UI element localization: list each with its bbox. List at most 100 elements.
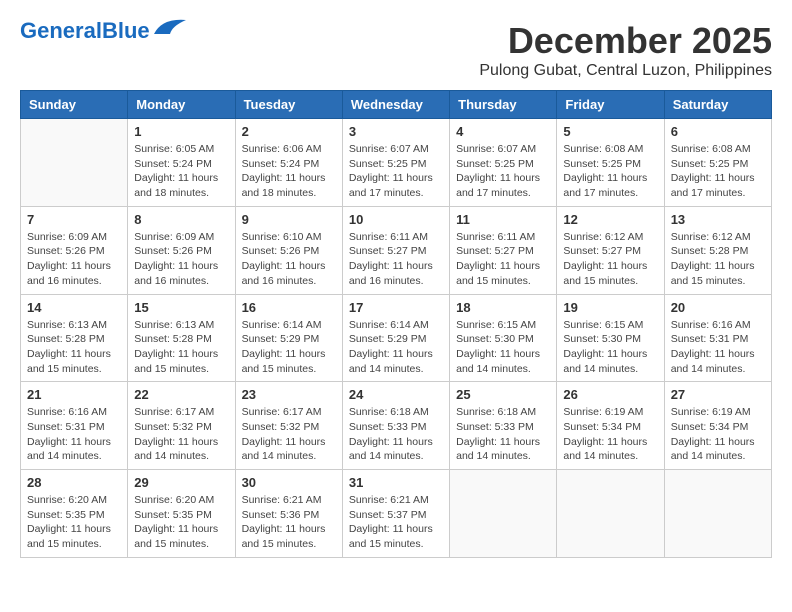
day-info: Sunrise: 6:07 AMSunset: 5:25 PMDaylight:…	[456, 142, 550, 201]
day-info: Sunrise: 6:17 AMSunset: 5:32 PMDaylight:…	[134, 405, 228, 464]
day-number: 30	[242, 475, 336, 490]
header-tuesday: Tuesday	[235, 91, 342, 119]
day-number: 5	[563, 124, 657, 139]
day-cell	[557, 470, 664, 558]
day-number: 18	[456, 300, 550, 315]
day-cell: 9Sunrise: 6:10 AMSunset: 5:26 PMDaylight…	[235, 206, 342, 294]
day-cell: 31 Sunrise: 6:21 AMSunset: 5:37 PMDayligh…	[342, 470, 449, 558]
day-info: Sunrise: 6:18 AMSunset: 5:33 PMDaylight:…	[456, 405, 550, 464]
day-number: 17	[349, 300, 443, 315]
day-number: 24	[349, 387, 443, 402]
day-info: Sunrise: 6:15 AMSunset: 5:30 PMDaylight:…	[563, 318, 657, 377]
day-cell: 30 Sunrise: 6:21 AMSunset: 5:36 PMDayligh…	[235, 470, 342, 558]
day-cell: 28 Sunrise: 6:20 AMSunset: 5:35 PMDayligh…	[21, 470, 128, 558]
logo-part1: General	[20, 18, 102, 43]
day-number: 21	[27, 387, 121, 402]
header-thursday: Thursday	[450, 91, 557, 119]
day-info: Sunrise: 6:09 AMSunset: 5:26 PMDaylight:…	[27, 230, 121, 289]
logo-part2: Blue	[102, 18, 150, 43]
day-cell	[21, 119, 128, 207]
day-info: Sunrise: 6:11 AMSunset: 5:27 PMDaylight:…	[456, 230, 550, 289]
day-number: 23	[242, 387, 336, 402]
header-row: SundayMondayTuesdayWednesdayThursdayFrid…	[21, 91, 772, 119]
week-row-5: 28 Sunrise: 6:20 AMSunset: 5:35 PMDayligh…	[21, 470, 772, 558]
week-row-4: 21 Sunrise: 6:16 AMSunset: 5:31 PMDayligh…	[21, 382, 772, 470]
page-header: GeneralBlue December 2025 Pulong Gubat, …	[20, 20, 772, 80]
day-number: 27	[671, 387, 765, 402]
day-info: Sunrise: 6:21 AMSunset: 5:37 PMDaylight:…	[349, 493, 443, 552]
day-info: Sunrise: 6:20 AMSunset: 5:35 PMDaylight:…	[134, 493, 228, 552]
day-number: 4	[456, 124, 550, 139]
day-cell: 22Sunrise: 6:17 AMSunset: 5:32 PMDayligh…	[128, 382, 235, 470]
day-cell: 21 Sunrise: 6:16 AMSunset: 5:31 PMDayligh…	[21, 382, 128, 470]
day-number: 12	[563, 212, 657, 227]
day-cell: 24Sunrise: 6:18 AMSunset: 5:33 PMDayligh…	[342, 382, 449, 470]
week-row-1: 1Sunrise: 6:05 AMSunset: 5:24 PMDaylight…	[21, 119, 772, 207]
day-cell: 10 Sunrise: 6:11 AMSunset: 5:27 PMDayligh…	[342, 206, 449, 294]
day-info: Sunrise: 6:16 AMSunset: 5:31 PMDaylight:…	[27, 405, 121, 464]
day-info: Sunrise: 6:14 AMSunset: 5:29 PMDaylight:…	[349, 318, 443, 377]
header-sunday: Sunday	[21, 91, 128, 119]
day-info: Sunrise: 6:15 AMSunset: 5:30 PMDaylight:…	[456, 318, 550, 377]
day-number: 29	[134, 475, 228, 490]
day-info: Sunrise: 6:09 AMSunset: 5:26 PMDaylight:…	[134, 230, 228, 289]
logo-text: GeneralBlue	[20, 20, 150, 42]
day-cell: 14 Sunrise: 6:13 AMSunset: 5:28 PMDayligh…	[21, 294, 128, 382]
day-cell: 15 Sunrise: 6:13 AMSunset: 5:28 PMDayligh…	[128, 294, 235, 382]
day-number: 3	[349, 124, 443, 139]
day-info: Sunrise: 6:11 AMSunset: 5:27 PMDaylight:…	[349, 230, 443, 289]
day-number: 28	[27, 475, 121, 490]
day-info: Sunrise: 6:12 AMSunset: 5:27 PMDaylight:…	[563, 230, 657, 289]
header-saturday: Saturday	[664, 91, 771, 119]
day-cell: 4 Sunrise: 6:07 AMSunset: 5:25 PMDaylight…	[450, 119, 557, 207]
day-number: 16	[242, 300, 336, 315]
day-cell: 8Sunrise: 6:09 AMSunset: 5:26 PMDaylight…	[128, 206, 235, 294]
week-row-3: 14 Sunrise: 6:13 AMSunset: 5:28 PMDayligh…	[21, 294, 772, 382]
day-cell: 29 Sunrise: 6:20 AMSunset: 5:35 PMDayligh…	[128, 470, 235, 558]
day-number: 26	[563, 387, 657, 402]
calendar-table: SundayMondayTuesdayWednesdayThursdayFrid…	[20, 90, 772, 558]
week-row-2: 7 Sunrise: 6:09 AMSunset: 5:26 PMDaylight…	[21, 206, 772, 294]
day-number: 10	[349, 212, 443, 227]
month-title: December 2025	[479, 20, 772, 62]
day-number: 20	[671, 300, 765, 315]
day-cell: 13 Sunrise: 6:12 AMSunset: 5:28 PMDayligh…	[664, 206, 771, 294]
day-cell: 27Sunrise: 6:19 AMSunset: 5:34 PMDayligh…	[664, 382, 771, 470]
day-number: 11	[456, 212, 550, 227]
day-cell: 19 Sunrise: 6:15 AMSunset: 5:30 PMDayligh…	[557, 294, 664, 382]
day-cell: 18 Sunrise: 6:15 AMSunset: 5:30 PMDayligh…	[450, 294, 557, 382]
day-cell: 20 Sunrise: 6:16 AMSunset: 5:31 PMDayligh…	[664, 294, 771, 382]
day-cell: 25 Sunrise: 6:18 AMSunset: 5:33 PMDayligh…	[450, 382, 557, 470]
day-cell: 16 Sunrise: 6:14 AMSunset: 5:29 PMDayligh…	[235, 294, 342, 382]
day-number: 25	[456, 387, 550, 402]
day-info: Sunrise: 6:19 AMSunset: 5:34 PMDaylight:…	[563, 405, 657, 464]
title-area: December 2025 Pulong Gubat, Central Luzo…	[479, 20, 772, 80]
day-info: Sunrise: 6:16 AMSunset: 5:31 PMDaylight:…	[671, 318, 765, 377]
day-cell	[664, 470, 771, 558]
day-cell: 23 Sunrise: 6:17 AMSunset: 5:32 PMDayligh…	[235, 382, 342, 470]
day-number: 13	[671, 212, 765, 227]
header-wednesday: Wednesday	[342, 91, 449, 119]
day-info: Sunrise: 6:17 AMSunset: 5:32 PMDaylight:…	[242, 405, 336, 464]
day-cell: 11 Sunrise: 6:11 AMSunset: 5:27 PMDayligh…	[450, 206, 557, 294]
day-cell: 26 Sunrise: 6:19 AMSunset: 5:34 PMDayligh…	[557, 382, 664, 470]
day-info: Sunrise: 6:20 AMSunset: 5:35 PMDaylight:…	[27, 493, 121, 552]
day-cell: 5Sunrise: 6:08 AMSunset: 5:25 PMDaylight…	[557, 119, 664, 207]
day-info: Sunrise: 6:21 AMSunset: 5:36 PMDaylight:…	[242, 493, 336, 552]
day-number: 31	[349, 475, 443, 490]
day-number: 15	[134, 300, 228, 315]
day-info: Sunrise: 6:13 AMSunset: 5:28 PMDaylight:…	[134, 318, 228, 377]
logo-wing-icon	[152, 16, 188, 36]
location-title: Pulong Gubat, Central Luzon, Philippines	[479, 62, 772, 80]
day-number: 7	[27, 212, 121, 227]
day-number: 19	[563, 300, 657, 315]
day-cell: 6Sunrise: 6:08 AMSunset: 5:25 PMDaylight…	[664, 119, 771, 207]
day-info: Sunrise: 6:13 AMSunset: 5:28 PMDaylight:…	[27, 318, 121, 377]
logo: GeneralBlue	[20, 20, 188, 42]
header-friday: Friday	[557, 91, 664, 119]
day-cell: 17 Sunrise: 6:14 AMSunset: 5:29 PMDayligh…	[342, 294, 449, 382]
day-info: Sunrise: 6:06 AMSunset: 5:24 PMDaylight:…	[242, 142, 336, 201]
day-info: Sunrise: 6:12 AMSunset: 5:28 PMDaylight:…	[671, 230, 765, 289]
day-info: Sunrise: 6:14 AMSunset: 5:29 PMDaylight:…	[242, 318, 336, 377]
day-number: 14	[27, 300, 121, 315]
